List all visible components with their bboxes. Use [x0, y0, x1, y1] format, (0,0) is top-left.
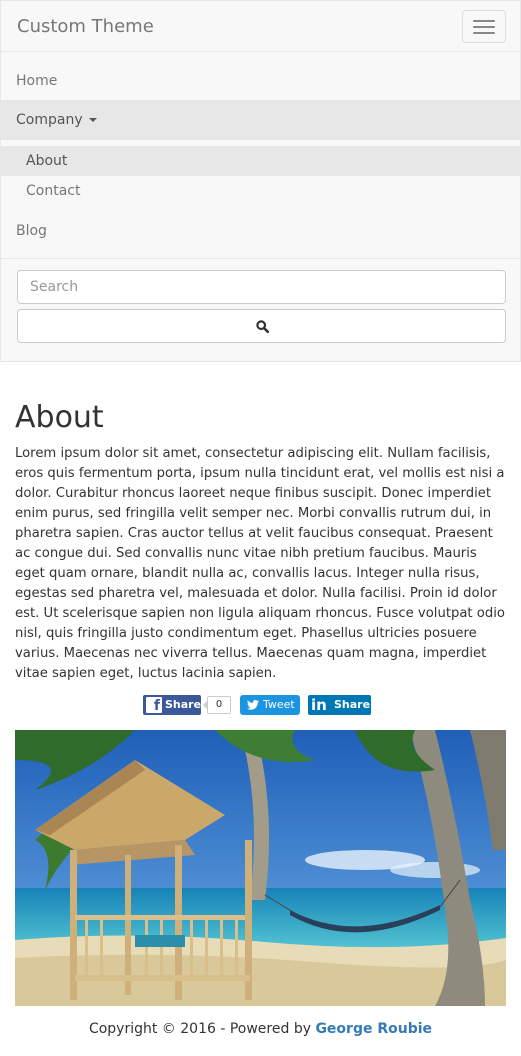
caret-down-icon [88, 118, 97, 122]
nav-item-blog[interactable]: Blog [1, 211, 520, 251]
navbar-toggle-button[interactable] [462, 10, 506, 43]
linkedin-share-label: Share [334, 698, 371, 711]
nav-item-company[interactable]: Company [1, 100, 520, 140]
facebook-share-count: 0 [203, 696, 231, 714]
facebook-icon: f [146, 697, 162, 714]
navbar: Custom Theme Home Company About Contact … [0, 0, 521, 362]
page-body-text: Lorem ipsum dolor sit amet, consectetur … [15, 446, 505, 681]
footer-author-link[interactable]: George Roubie [315, 1021, 432, 1037]
beach-scene-illustration [15, 730, 506, 1006]
nav-item-label: Home [16, 73, 58, 89]
search-input[interactable] [17, 270, 506, 304]
linkedin-share-button[interactable]: in Share [308, 695, 371, 715]
twitter-tweet-label: Tweet [263, 698, 295, 711]
facebook-share-button[interactable]: f Share [143, 695, 201, 715]
dropdown-item-label: Contact [26, 183, 81, 199]
nav-item-label: Blog [16, 223, 47, 239]
twitter-tweet-button[interactable]: Tweet [240, 695, 300, 715]
footer: Copyright © 2016 - Powered by George Rou… [0, 1021, 521, 1037]
search-button[interactable] [17, 309, 506, 343]
nav-item-home[interactable]: Home [1, 61, 520, 101]
linkedin-icon: in [311, 696, 327, 714]
navbar-brand[interactable]: Custom Theme [17, 16, 154, 37]
beach-hut-image [15, 730, 506, 1006]
nav-divider [1, 258, 520, 259]
nav-item-label: Company [16, 112, 83, 128]
search-icon [256, 320, 269, 333]
twitter-bird-icon [247, 700, 259, 710]
facebook-share-label: Share [165, 698, 202, 711]
dropdown-item-contact[interactable]: Contact [1, 176, 520, 206]
page-title: About [15, 400, 104, 435]
hamburger-icon [473, 20, 495, 22]
dropdown-item-label: About [26, 153, 68, 169]
footer-copyright-text: Copyright © 2016 - Powered by [88, 1021, 316, 1037]
nav-divider [1, 51, 520, 52]
dropdown-item-about[interactable]: About [1, 146, 520, 176]
